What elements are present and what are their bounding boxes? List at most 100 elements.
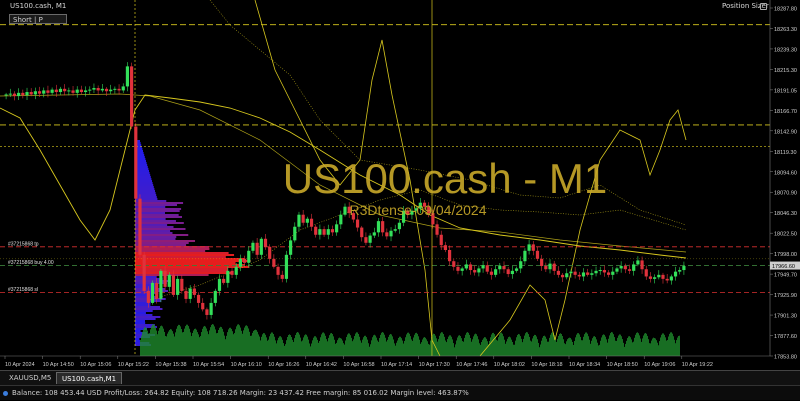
volume-bar: [306, 334, 307, 356]
volume-profile-bar: [135, 196, 157, 198]
volume-profile-bar: [135, 242, 189, 244]
volume-bar: [303, 337, 304, 356]
candle-body: [4, 94, 8, 96]
candle-body: [263, 238, 268, 247]
volume-bar: [516, 337, 517, 356]
volume-bar: [215, 329, 216, 356]
candle-body: [25, 92, 29, 96]
volume-bar: [380, 334, 381, 356]
volume-bar: [371, 340, 372, 356]
volume-bar: [195, 328, 196, 356]
volume-bar: [404, 340, 405, 356]
volume-bar: [548, 341, 549, 356]
position-sizer-icon[interactable]: [760, 3, 767, 10]
candle-body: [468, 264, 473, 271]
tab-xauusd[interactable]: XAUUSD,M5: [4, 372, 56, 384]
volume-bar: [493, 332, 494, 356]
volume-bar: [630, 337, 631, 356]
candle-body: [104, 88, 109, 92]
volume-bar: [567, 339, 568, 356]
one-click-trading-panel[interactable]: Short | P: [9, 14, 67, 24]
volume-bar: [587, 333, 588, 356]
volume-bar: [626, 340, 627, 356]
tab-us100[interactable]: US100.cash,M1: [56, 372, 123, 384]
time-tick-label: 10 Apr 18:50: [607, 362, 638, 368]
volume-profile-bar: [135, 244, 187, 246]
volume-bar: [669, 333, 670, 356]
candle-body: [92, 88, 96, 90]
volume-bar: [310, 346, 311, 356]
candle-body: [623, 266, 627, 270]
volume-bar: [169, 330, 170, 356]
candle-body: [171, 274, 176, 295]
volume-bar: [411, 339, 412, 356]
volume-bar: [154, 325, 155, 356]
volume-bar: [603, 334, 604, 356]
volume-bar: [204, 325, 205, 356]
candle-body: [134, 126, 138, 199]
volume-bar: [515, 340, 516, 356]
volume-bar: [620, 334, 621, 356]
volume-bar: [330, 333, 331, 356]
volume-bar: [151, 326, 152, 356]
order-line-label: #37215868 buy 4.00: [8, 260, 54, 266]
volume-profile-bar: [135, 316, 161, 318]
time-tick-label: 10 Apr 16:58: [343, 362, 374, 368]
volume-bar: [453, 343, 454, 356]
time-tick-label: 10 Apr 15:06: [80, 362, 111, 368]
volume-profile-bar: [135, 208, 182, 210]
candle-body: [259, 238, 263, 255]
candle-body: [460, 268, 464, 271]
candle-body: [196, 294, 201, 303]
volume-bar: [637, 332, 638, 356]
volume-bar: [424, 337, 425, 356]
volume-bar: [652, 338, 653, 356]
volume-bar: [242, 333, 243, 356]
volume-bar: [647, 335, 648, 356]
volume-bar: [618, 335, 619, 356]
volume-bar: [297, 332, 298, 356]
volume-bar: [183, 331, 184, 356]
volume-bar: [518, 333, 519, 356]
volume-bar: [640, 338, 641, 356]
chart-tabs: XAUUSD,M5 US100.cash,M1: [0, 370, 800, 385]
volume-bar: [396, 342, 397, 356]
candle-body: [560, 274, 565, 278]
candle-body: [88, 89, 92, 91]
volume-bar: [304, 335, 305, 356]
volume-bar: [484, 337, 485, 356]
volume-bar: [668, 336, 669, 356]
volume-bar: [656, 340, 657, 356]
time-tick-label: 10 Apr 19:06: [644, 362, 675, 368]
volume-bar: [636, 332, 637, 356]
volume-bar: [400, 336, 401, 356]
volume-bar: [292, 339, 293, 356]
volume-bar: [427, 341, 428, 356]
volume-bar: [494, 334, 495, 356]
candle-body: [150, 282, 155, 303]
volume-bar: [536, 336, 537, 356]
candle-body: [21, 92, 25, 96]
volume-bar: [276, 343, 277, 356]
volume-bar: [198, 334, 199, 356]
volume-bar: [672, 333, 673, 356]
volume-bar: [361, 342, 362, 356]
volume-bar: [265, 334, 266, 356]
candle-body: [113, 88, 117, 90]
price-chart[interactable]: US100.cash - M1 R3Dtense-09/04/2024 #372…: [0, 0, 800, 370]
volume-profile-bar: [135, 340, 140, 342]
volume-bar: [185, 326, 186, 356]
candle-body: [289, 240, 293, 255]
volume-bar: [483, 338, 484, 356]
volume-bar: [394, 343, 395, 356]
volume-bar: [229, 327, 230, 356]
volume-bar: [227, 332, 228, 356]
volume-profile-bar: [135, 182, 153, 184]
volume-bar: [469, 334, 470, 356]
price-tick-label: 17877.60: [774, 334, 797, 340]
volume-bar: [545, 336, 546, 356]
volume-bar: [665, 337, 666, 356]
volume-bar: [278, 337, 279, 356]
volume-bar: [188, 326, 189, 356]
volume-bar: [358, 333, 359, 356]
